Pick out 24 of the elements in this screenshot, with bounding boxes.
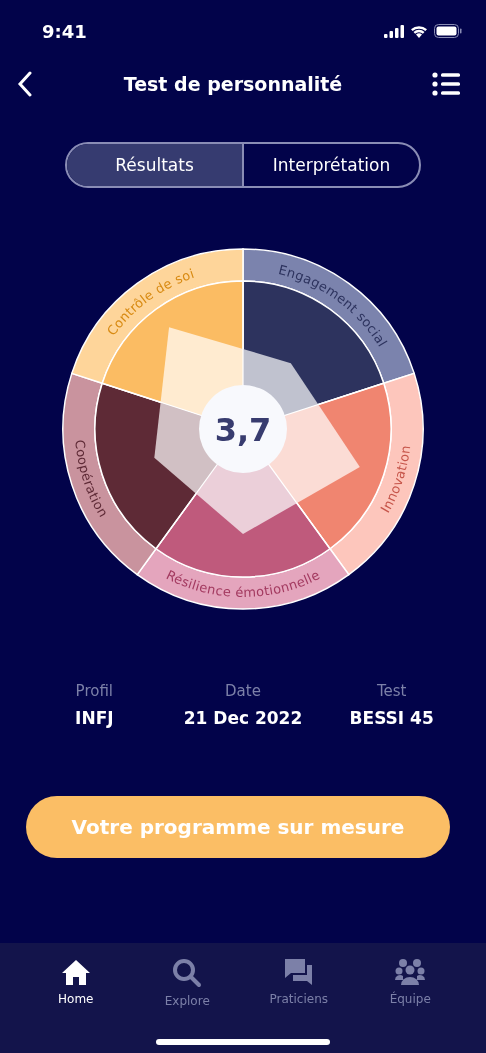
signal-icon bbox=[384, 24, 404, 38]
segment-tab[interactable]: Interprétation bbox=[242, 144, 419, 186]
info-value: BESSI 45 bbox=[349, 708, 434, 728]
info-label: Profil bbox=[75, 682, 114, 700]
team-icon bbox=[395, 958, 426, 986]
tab-bar-item[interactable]: Praticiens bbox=[243, 957, 355, 1009]
info-label: Date bbox=[225, 682, 261, 700]
search-icon bbox=[172, 958, 203, 988]
status-time: 9:41 bbox=[42, 20, 87, 42]
home-icon bbox=[60, 958, 91, 986]
score-value: 3,7 bbox=[214, 411, 272, 449]
chat-icon bbox=[283, 958, 314, 986]
info-label: Test bbox=[376, 682, 407, 700]
tab-bar-item[interactable]: Explore bbox=[131, 957, 243, 1009]
back-button[interactable] bbox=[16, 71, 34, 97]
battery-icon bbox=[434, 24, 462, 38]
info-value: INFJ bbox=[75, 708, 114, 728]
tab-bar-item[interactable]: Équipe bbox=[354, 957, 466, 1009]
wifi-icon bbox=[410, 24, 428, 38]
segment-tab[interactable]: Résultats bbox=[67, 144, 242, 186]
info-value: 21 Dec 2022 bbox=[183, 708, 303, 728]
menu-button[interactable] bbox=[432, 72, 460, 96]
tab-bar-item[interactable]: Home bbox=[20, 957, 132, 1009]
screen-title: Test de personnalité bbox=[123, 73, 343, 95]
